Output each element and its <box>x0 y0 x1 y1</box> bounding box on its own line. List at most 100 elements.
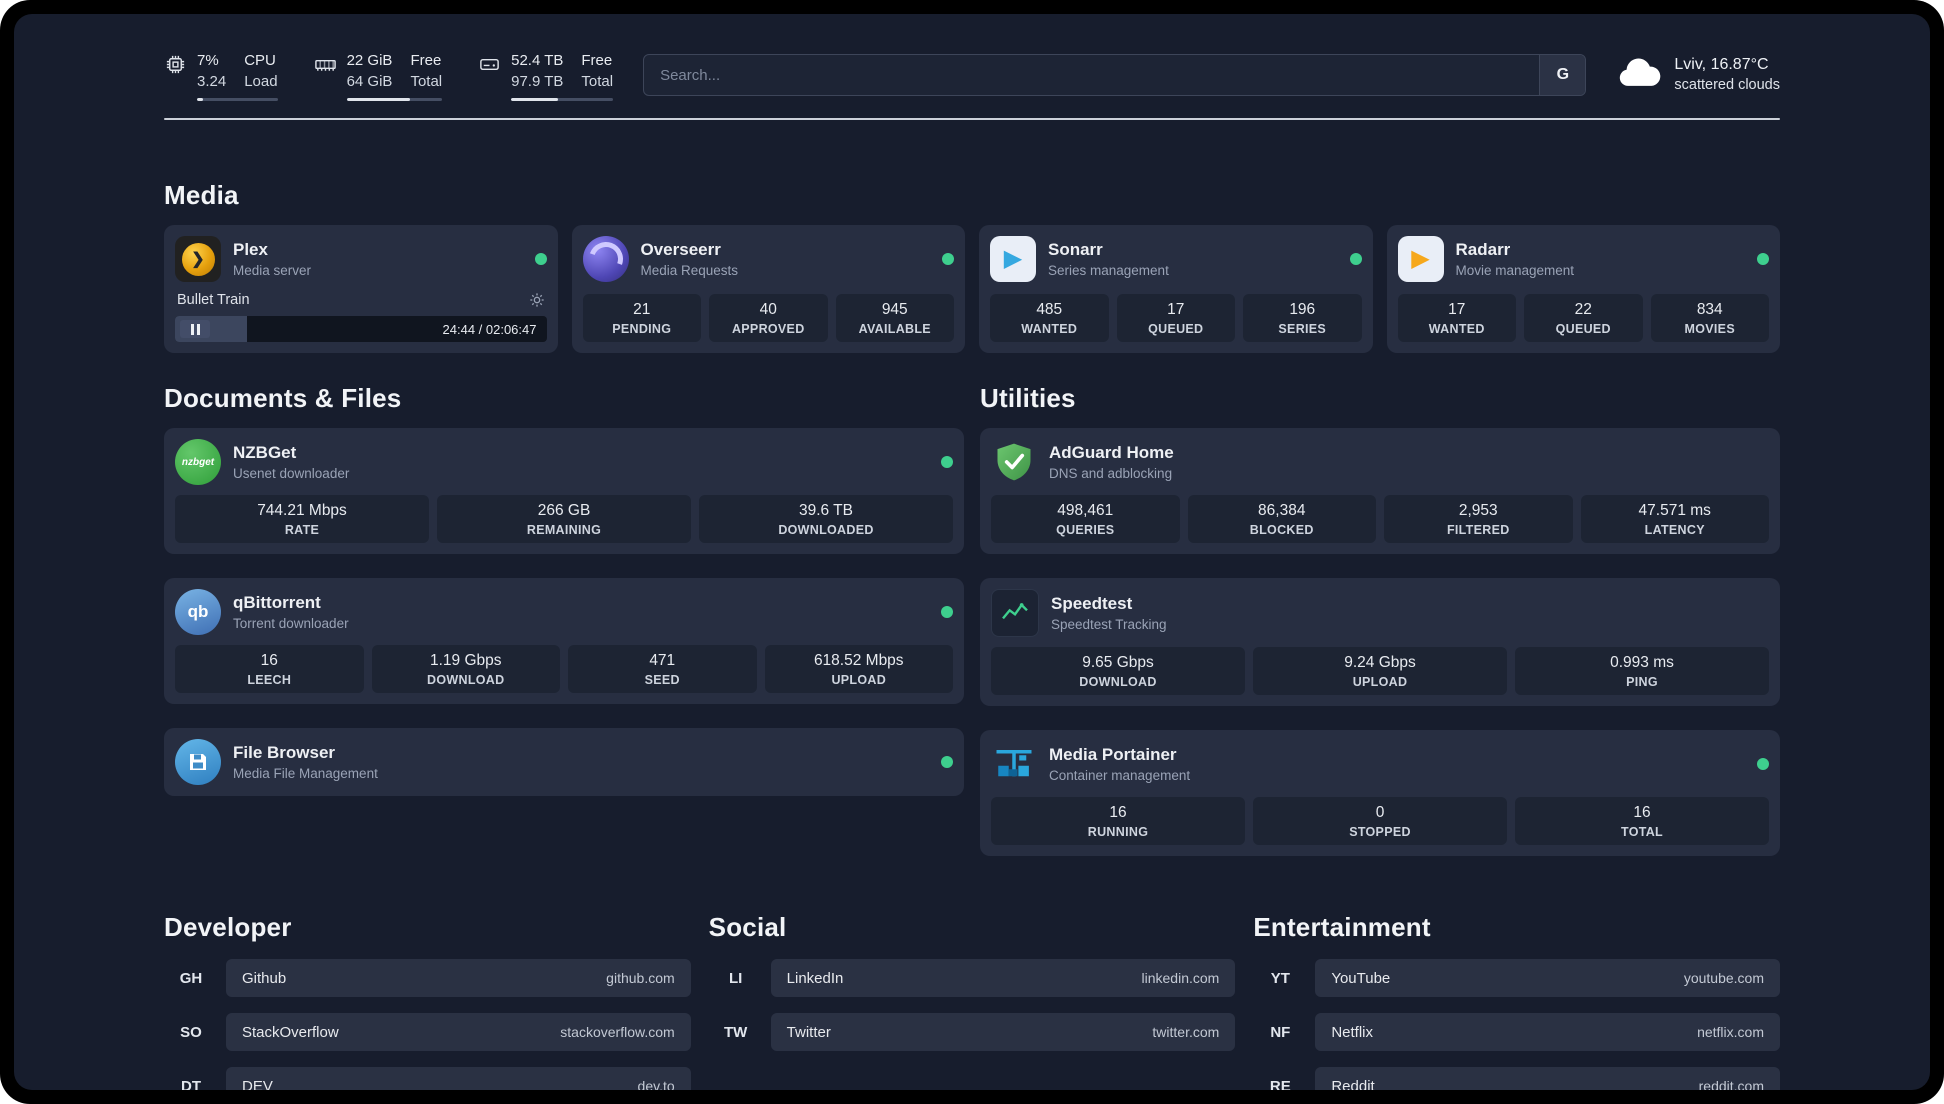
stat-value: 86,384 <box>1258 502 1306 519</box>
stat-label: RATE <box>284 523 320 537</box>
pause-button[interactable] <box>180 320 210 338</box>
search-engine-button[interactable]: G <box>1539 55 1586 95</box>
stat-label: WANTED <box>1021 322 1078 336</box>
bookmark-abbr: TW <box>723 1023 748 1041</box>
entertainment-heading: Entertainment <box>1253 912 1431 942</box>
bookmark-url: github.com <box>606 970 675 986</box>
stat-value: 16 <box>1633 804 1651 821</box>
social-bookmarks: LI LinkedIn linkedin.com TW Twitter twitter.c… <box>709 959 1236 1051</box>
playback-progress-bar[interactable]: 24:44 / 02:06:47 <box>175 316 547 342</box>
developer-section: Developer GH Github github.com SO StackOverf… <box>164 912 691 1090</box>
bookmark-item: YT YouTube youtube.com <box>1253 959 1780 997</box>
overseerr-card[interactable]: Overseerr Media Requests 21 PENDING 40 APPR… <box>571 225 965 353</box>
stat-value: 744.21 Mbps <box>257 502 347 519</box>
stat-box: 17 WANTED <box>1397 294 1516 342</box>
portainer-icon <box>991 741 1037 787</box>
cpu-progress-track <box>197 97 278 101</box>
speedtest-card[interactable]: Speedtest Speedtest Tracking 9.65 Gbps DO… <box>980 578 1780 706</box>
service-subtitle: Movie management <box>1455 263 1575 278</box>
stat-box: 39.6 TB DOWNLOADED <box>699 495 953 543</box>
filebrowser-card[interactable]: File Browser Media File Management <box>164 728 964 796</box>
status-dot <box>534 253 547 265</box>
bookmark-name: Reddit <box>1331 1077 1375 1091</box>
cpu-load-value: 3.24 <box>197 72 227 90</box>
service-subtitle: Media File Management <box>233 766 378 781</box>
stat-value: 39.6 TB <box>798 502 853 519</box>
stat-label: QUEUED <box>1555 322 1611 336</box>
stats-row: 21 PENDING 40 APPROVED 945 AVAILABLE <box>582 294 954 342</box>
disk-total-value: 97.9 TB <box>511 72 564 90</box>
stat-box: 0 STOPPED <box>1253 797 1507 845</box>
status-dot <box>1349 253 1362 265</box>
bookmark-abbr: RE <box>1269 1077 1291 1091</box>
bookmark-link[interactable]: Reddit reddit.com <box>1315 1067 1780 1090</box>
stat-box: 16 LEECH <box>175 645 364 693</box>
bookmark-link[interactable]: LinkedIn linkedin.com <box>770 959 1236 997</box>
search-input[interactable] <box>644 55 1540 95</box>
status-dot <box>1757 758 1769 770</box>
bookmark-link[interactable]: YouTube youtube.com <box>1315 959 1780 997</box>
stat-box: 22 QUEUED <box>1524 294 1643 342</box>
stat-label: PING <box>1626 675 1658 689</box>
bookmark-abbr: SO <box>180 1023 202 1041</box>
service-name: Radarr <box>1455 240 1511 259</box>
social-section: Social LI LinkedIn linkedin.com TW Twitter tw… <box>709 912 1236 1051</box>
cpu-usage-value: 7% <box>197 51 219 69</box>
plex-card[interactable]: ❯ Plex Media server Bullet Train 24:44 /… <box>164 225 558 353</box>
stat-label: QUEUED <box>1148 322 1204 336</box>
service-name: File Browser <box>233 743 336 762</box>
stat-value: 16 <box>260 652 278 669</box>
bookmark-item: RE Reddit reddit.com <box>1253 1067 1780 1090</box>
service-subtitle: Media Requests <box>640 263 739 278</box>
bookmark-url: dev.to <box>637 1078 675 1090</box>
stat-value: 834 <box>1696 301 1723 318</box>
stat-box: 618.52 Mbps UPLOAD <box>764 645 953 693</box>
nzbget-card[interactable]: nzbget NZBGet Usenet downloader 744.21 M… <box>164 428 964 554</box>
radarr-card[interactable]: ▶ Radarr Movie management 17 WANTED 22 QUEU… <box>1386 225 1780 353</box>
cpu-label: CPU <box>244 51 276 69</box>
qbittorrent-card[interactable]: qb qBittorrent Torrent downloader 16 LEEC… <box>164 578 964 704</box>
sonarr-card[interactable]: ▶ Sonarr Series management 485 WANTED 17 QU… <box>979 225 1373 353</box>
bookmark-link[interactable]: Twitter twitter.com <box>770 1013 1236 1051</box>
stat-value: 498,461 <box>1057 502 1114 519</box>
status-dot <box>941 456 953 468</box>
nzbget-icon: nzbget <box>175 439 221 485</box>
service-name: AdGuard Home <box>1049 443 1174 462</box>
bookmark-name: DEV <box>242 1077 273 1091</box>
bookmark-item: LI LinkedIn linkedin.com <box>709 959 1236 997</box>
stat-label: REMAINING <box>526 523 602 537</box>
plex-icon: ❯ <box>175 236 221 282</box>
weather-location: Lviv, 16.87°C <box>1674 56 1769 74</box>
stat-box: 17 QUEUED <box>1116 294 1235 342</box>
service-name: Media Portainer <box>1049 745 1177 764</box>
service-subtitle: DNS and adblocking <box>1049 466 1173 481</box>
qbittorrent-icon: qb <box>175 589 221 635</box>
bookmark-name: YouTube <box>1331 969 1391 987</box>
stat-value: 47.571 ms <box>1638 502 1711 519</box>
hard-drive-icon <box>478 53 501 76</box>
playback-time: 24:44 / 02:06:47 <box>442 321 537 337</box>
bookmark-abbr: GH <box>179 969 203 987</box>
stat-value: 945 <box>881 301 908 318</box>
gear-icon[interactable] <box>529 292 545 308</box>
portainer-card[interactable]: Media Portainer Container management 16 R… <box>980 730 1780 856</box>
service-subtitle: Speedtest Tracking <box>1051 617 1167 632</box>
ram-total-value: 64 GiB <box>346 72 393 90</box>
stat-box: 471 SEED <box>568 645 757 693</box>
bookmark-link[interactable]: StackOverflow stackoverflow.com <box>226 1013 691 1051</box>
bookmark-link[interactable]: Github github.com <box>226 959 691 997</box>
floppy-icon <box>190 754 206 770</box>
stat-value: 471 <box>649 652 676 669</box>
bookmark-link[interactable]: Netflix netflix.com <box>1315 1013 1780 1051</box>
adguard-card[interactable]: AdGuard Home DNS and adblocking 498,461 Q… <box>980 428 1780 554</box>
bookmark-link[interactable]: DEV dev.to <box>226 1067 691 1090</box>
bookmark-url: netflix.com <box>1697 1024 1764 1040</box>
ram-progress-fill <box>346 97 410 101</box>
disk-free-value: 52.4 TB <box>511 51 564 69</box>
stats-row: 498,461 QUERIES 86,384 BLOCKED 2,953 FILTERED… <box>991 495 1769 543</box>
stat-box: 16 RUNNING <box>991 797 1245 845</box>
stat-box: 266 GB REMAINING <box>437 495 691 543</box>
stat-value: 16 <box>1109 804 1127 821</box>
service-subtitle: Usenet downloader <box>233 466 350 481</box>
documents-section: Documents & Files nzbget NZBGet Usenet d… <box>164 383 964 796</box>
